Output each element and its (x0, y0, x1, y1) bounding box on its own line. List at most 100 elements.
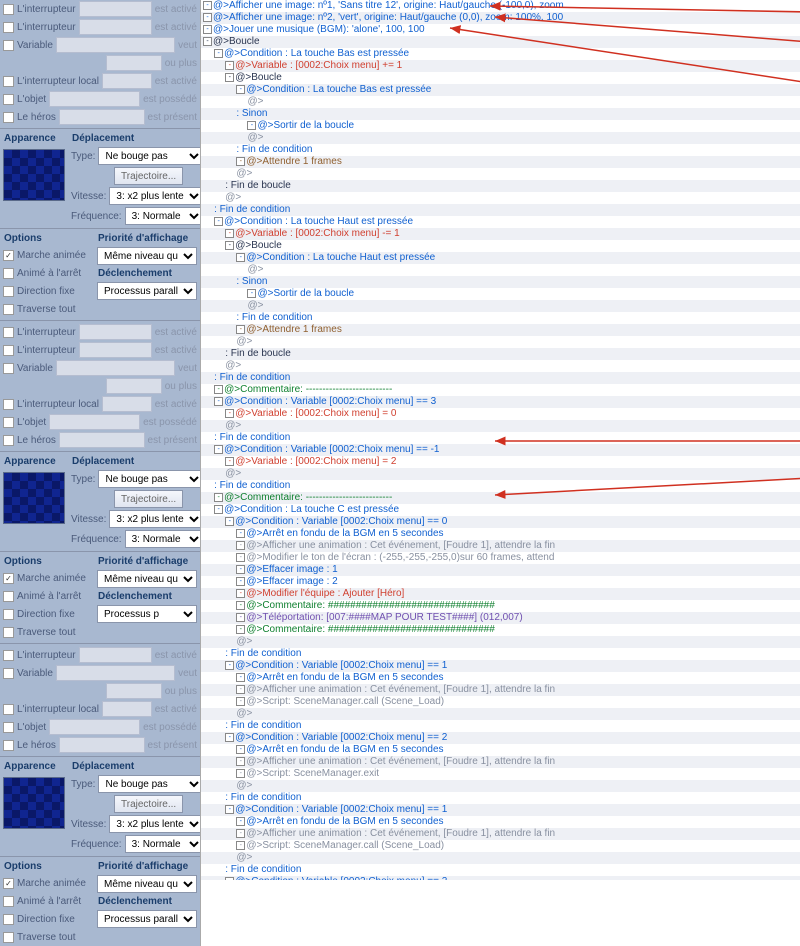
checkbox-heros[interactable] (3, 740, 14, 751)
event-line[interactable]: : Fin de condition (201, 204, 800, 216)
event-line[interactable]: @>Afficher une image: nº2, 'vert', origi… (201, 12, 800, 24)
event-list[interactable]: @>Afficher une image: nº1, 'Sans titre 1… (201, 0, 800, 880)
cb-direction[interactable] (3, 609, 14, 620)
event-line[interactable]: @>Condition : Variable [0002:Choix menu]… (201, 660, 800, 672)
event-line[interactable]: : Fin de condition (201, 312, 800, 324)
expand-icon[interactable] (225, 229, 234, 238)
event-line[interactable]: @>Variable : [0002:Choix menu] = 2 (201, 456, 800, 468)
checkbox-interlocal[interactable] (3, 399, 14, 410)
expand-icon[interactable] (236, 601, 245, 610)
expand-icon[interactable] (236, 685, 245, 694)
event-line[interactable]: @>Condition : Variable [0002:Choix menu]… (201, 876, 800, 880)
event-line[interactable]: @> (201, 336, 800, 348)
select-declenchement[interactable]: Processus p (97, 605, 197, 623)
select-frequence[interactable]: 3: Normale (125, 207, 204, 225)
expand-icon[interactable] (214, 445, 223, 454)
expand-icon[interactable] (236, 541, 245, 550)
input-variable-val[interactable] (106, 55, 162, 71)
event-line[interactable]: : Fin de condition (201, 432, 800, 444)
select-declenchement[interactable]: Processus parallèle (97, 282, 197, 300)
input-interlocal[interactable] (102, 73, 152, 89)
checkbox-interlocal[interactable] (3, 704, 14, 715)
event-line[interactable]: @> (201, 264, 800, 276)
checkbox-variable[interactable] (3, 668, 14, 679)
input[interactable] (59, 737, 145, 753)
event-line[interactable]: @> (201, 636, 800, 648)
event-line[interactable]: @>Commentaire: #########################… (201, 624, 800, 636)
expand-icon[interactable] (236, 553, 245, 562)
cb-traverse[interactable] (3, 627, 14, 638)
event-line[interactable]: @>Condition : Variable [0002:Choix menu]… (201, 732, 800, 744)
expand-icon[interactable] (214, 217, 223, 226)
expand-icon[interactable] (236, 625, 245, 634)
input-interrupteur[interactable] (79, 1, 152, 17)
expand-icon[interactable] (225, 241, 234, 250)
event-line[interactable]: @>Script: SceneManager.exit (201, 768, 800, 780)
event-line[interactable]: : Fin de condition (201, 372, 800, 384)
appearance-preview[interactable] (3, 149, 65, 201)
expand-icon[interactable] (214, 505, 223, 514)
input[interactable] (56, 665, 175, 681)
select-declenchement[interactable]: Processus parallèle (97, 910, 197, 928)
event-line[interactable]: @>Téléportation: [007:####MAP POUR TEST#… (201, 612, 800, 624)
event-line[interactable]: @>Script: SceneManager.call (Scene_Load) (201, 840, 800, 852)
expand-icon[interactable] (236, 613, 245, 622)
input-interrupteur2[interactable] (79, 19, 152, 35)
expand-icon[interactable] (225, 877, 234, 880)
cb-traverse[interactable] (3, 932, 14, 943)
cb-marche[interactable] (3, 878, 14, 889)
input-interrupteur2[interactable] (79, 342, 152, 358)
appearance-preview[interactable] (3, 472, 65, 524)
expand-icon[interactable] (214, 493, 223, 502)
event-line[interactable]: @>Arrêt en fondu de la BGM en 5 secondes (201, 744, 800, 756)
input-objet[interactable] (49, 414, 140, 430)
cb-anime[interactable] (3, 591, 14, 602)
event-line[interactable]: @>Boucle (201, 36, 800, 48)
event-line[interactable]: @>Condition : Variable [0002:Choix menu]… (201, 804, 800, 816)
event-line[interactable]: @> (201, 192, 800, 204)
expand-icon[interactable] (236, 745, 245, 754)
event-line[interactable]: @> (201, 468, 800, 480)
checkbox-interrupteur[interactable] (3, 327, 14, 338)
event-line[interactable]: @>Attendre 1 frames (201, 324, 800, 336)
input-variable[interactable] (56, 37, 175, 53)
expand-icon[interactable] (247, 121, 256, 130)
select-type[interactable]: Ne bouge pas (98, 775, 203, 793)
event-line[interactable]: @>Arrêt en fondu de la BGM en 5 secondes (201, 672, 800, 684)
event-line[interactable]: @>Sortir de la boucle (201, 120, 800, 132)
expand-icon[interactable] (236, 529, 245, 538)
expand-icon[interactable] (225, 73, 234, 82)
input-interlocal[interactable] (102, 396, 152, 412)
expand-icon[interactable] (225, 61, 234, 70)
event-line[interactable]: @>Commentaire: -------------------------… (201, 384, 800, 396)
select-frequence[interactable]: 3: Normale (125, 835, 204, 853)
expand-icon[interactable] (236, 325, 245, 334)
event-line[interactable]: @>Condition : Variable [0002:Choix menu]… (201, 396, 800, 408)
cb-marche[interactable] (3, 573, 14, 584)
trajectoire-button[interactable]: Trajectoire... (114, 795, 183, 813)
input[interactable] (79, 647, 152, 663)
input-heros[interactable] (59, 109, 145, 125)
expand-icon[interactable] (236, 841, 245, 850)
event-line[interactable]: @>Variable : [0002:Choix menu] += 1 (201, 60, 800, 72)
expand-icon[interactable] (214, 385, 223, 394)
expand-icon[interactable] (225, 517, 234, 526)
checkbox-variable[interactable] (3, 363, 14, 374)
event-line[interactable]: @>Effacer image : 1 (201, 564, 800, 576)
event-line[interactable]: : Fin de condition (201, 480, 800, 492)
event-line[interactable]: @> (201, 300, 800, 312)
input[interactable] (106, 683, 162, 699)
event-line[interactable]: @>Modifier le ton de l'écran : (-255,-25… (201, 552, 800, 564)
event-line[interactable]: @>Arrêt en fondu de la BGM en 5 secondes (201, 816, 800, 828)
event-line[interactable]: : Fin de condition (201, 648, 800, 660)
checkbox-interrupteur2[interactable] (3, 345, 14, 356)
cb-traverse[interactable] (3, 304, 14, 315)
trajectoire-button[interactable]: Trajectoire... (114, 490, 183, 508)
input-variable-val[interactable] (106, 378, 162, 394)
event-line[interactable]: @> (201, 132, 800, 144)
event-line[interactable]: @>Sortir de la boucle (201, 288, 800, 300)
event-line[interactable]: : Fin de condition (201, 720, 800, 732)
event-line[interactable]: @>Condition : Variable [0002:Choix menu]… (201, 444, 800, 456)
expand-icon[interactable] (236, 697, 245, 706)
expand-icon[interactable] (236, 577, 245, 586)
